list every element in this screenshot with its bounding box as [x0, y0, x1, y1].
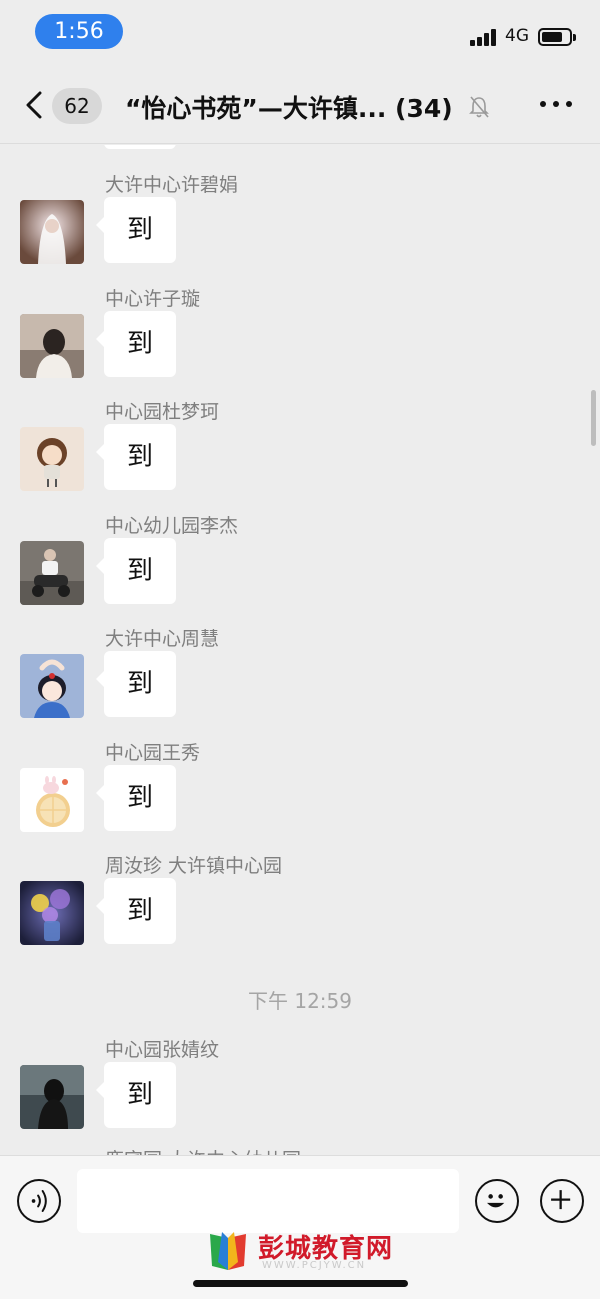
- avatar[interactable]: [20, 314, 84, 378]
- mute-bell-icon: [469, 96, 489, 118]
- message-bubble[interactable]: 到: [96, 424, 176, 490]
- message-item: 中心幼儿园李杰 到: [0, 511, 600, 623]
- sender-name-partial: 鹿宾园 大许中心幼儿园: [105, 1145, 301, 1155]
- chat-title: “怡心书苑”—大许镇... (34): [125, 94, 453, 123]
- watermark-logo: 彭城教育网 WWW.PCJYW.CN: [202, 1226, 402, 1276]
- message-bubble[interactable]: 到: [96, 878, 176, 944]
- more-options-icon[interactable]: [536, 97, 576, 111]
- message-item: 中心园王秀 到: [0, 738, 600, 850]
- time-divider: 下午 12:59: [248, 989, 352, 1013]
- message-bubble[interactable]: 到: [96, 651, 176, 717]
- message-item: 大许中心许碧娟 到: [0, 170, 600, 282]
- scrollbar[interactable]: [591, 390, 596, 446]
- input-bar: 彭城教育网 WWW.PCJYW.CN: [0, 1155, 600, 1299]
- sender-name: 中心许子璇: [105, 288, 201, 310]
- message-bubble[interactable]: 到: [96, 1062, 176, 1128]
- message-input[interactable]: [77, 1169, 459, 1233]
- sender-name: 大许中心许碧娟: [105, 174, 239, 196]
- sender-name: 中心园王秀: [105, 742, 201, 764]
- avatar[interactable]: [20, 427, 84, 491]
- message-item: 中心园张婧纹 到: [0, 1035, 600, 1147]
- plus-icon[interactable]: [540, 1179, 584, 1223]
- signal-strength-icon: [470, 28, 498, 46]
- emoji-icon[interactable]: [475, 1179, 519, 1223]
- sender-name: 中心幼儿园李杰: [105, 515, 239, 537]
- status-bar: 1:56 4G: [0, 0, 600, 64]
- avatar[interactable]: [20, 654, 84, 718]
- message-item: 大许中心周慧 到: [0, 624, 600, 736]
- sender-name: 中心园杜梦珂: [105, 401, 220, 423]
- back-arrow-icon[interactable]: [24, 91, 44, 119]
- avatar[interactable]: [20, 768, 84, 832]
- book-logo-icon: [210, 1232, 246, 1270]
- unread-count-badge[interactable]: 62: [52, 88, 102, 124]
- battery-icon: [538, 28, 576, 46]
- home-indicator[interactable]: [193, 1280, 408, 1287]
- avatar[interactable]: [20, 200, 84, 264]
- sender-name: 大许中心周慧: [105, 628, 220, 650]
- watermark-subtext: WWW.PCJYW.CN: [262, 1260, 367, 1271]
- message-bubble-partial: [104, 145, 176, 149]
- sender-name: 中心园张婧纹: [105, 1039, 220, 1061]
- message-item: 周汝珍 大许镇中心园 到: [0, 851, 600, 963]
- message-bubble[interactable]: 到: [96, 538, 176, 604]
- chat-message-list[interactable]: 大许中心许碧娟 到 中心许子璇 到 中心园杜梦珂 到 中心幼儿园李杰 到 大许中…: [0, 145, 600, 1155]
- message-bubble[interactable]: 到: [96, 197, 176, 263]
- avatar[interactable]: [20, 1065, 84, 1129]
- chat-header: 62 “怡心书苑”—大许镇... (34): [0, 64, 600, 144]
- network-type: 4G: [505, 26, 529, 46]
- message-bubble[interactable]: 到: [96, 765, 176, 831]
- message-bubble[interactable]: 到: [96, 311, 176, 377]
- message-item: 中心园杜梦珂 到: [0, 397, 600, 509]
- voice-input-icon[interactable]: [17, 1179, 61, 1223]
- sender-name: 周汝珍 大许镇中心园: [105, 855, 283, 877]
- message-item: 中心许子璇 到: [0, 284, 600, 396]
- avatar[interactable]: [20, 541, 84, 605]
- avatar[interactable]: [20, 881, 84, 945]
- status-time: 1:56: [35, 14, 123, 49]
